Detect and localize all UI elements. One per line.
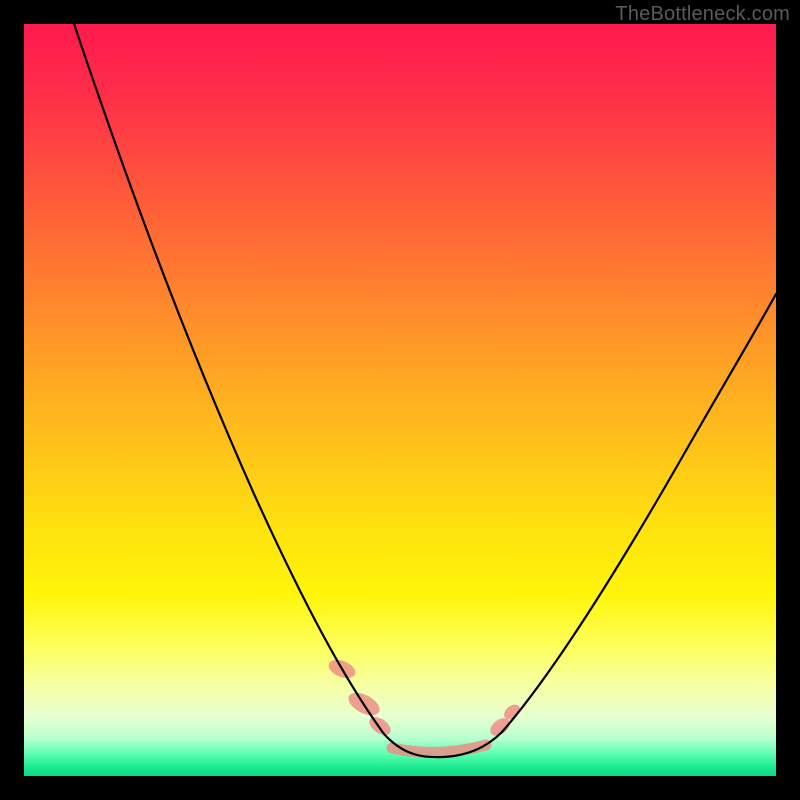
bottleneck-curve (64, 24, 776, 757)
left-shoulder-blob-3 (366, 713, 394, 738)
curve-svg (24, 24, 776, 776)
watermark-text: TheBottleneck.com (615, 3, 790, 26)
chart-frame: TheBottleneck.com (0, 0, 800, 800)
plot-area (24, 24, 776, 776)
